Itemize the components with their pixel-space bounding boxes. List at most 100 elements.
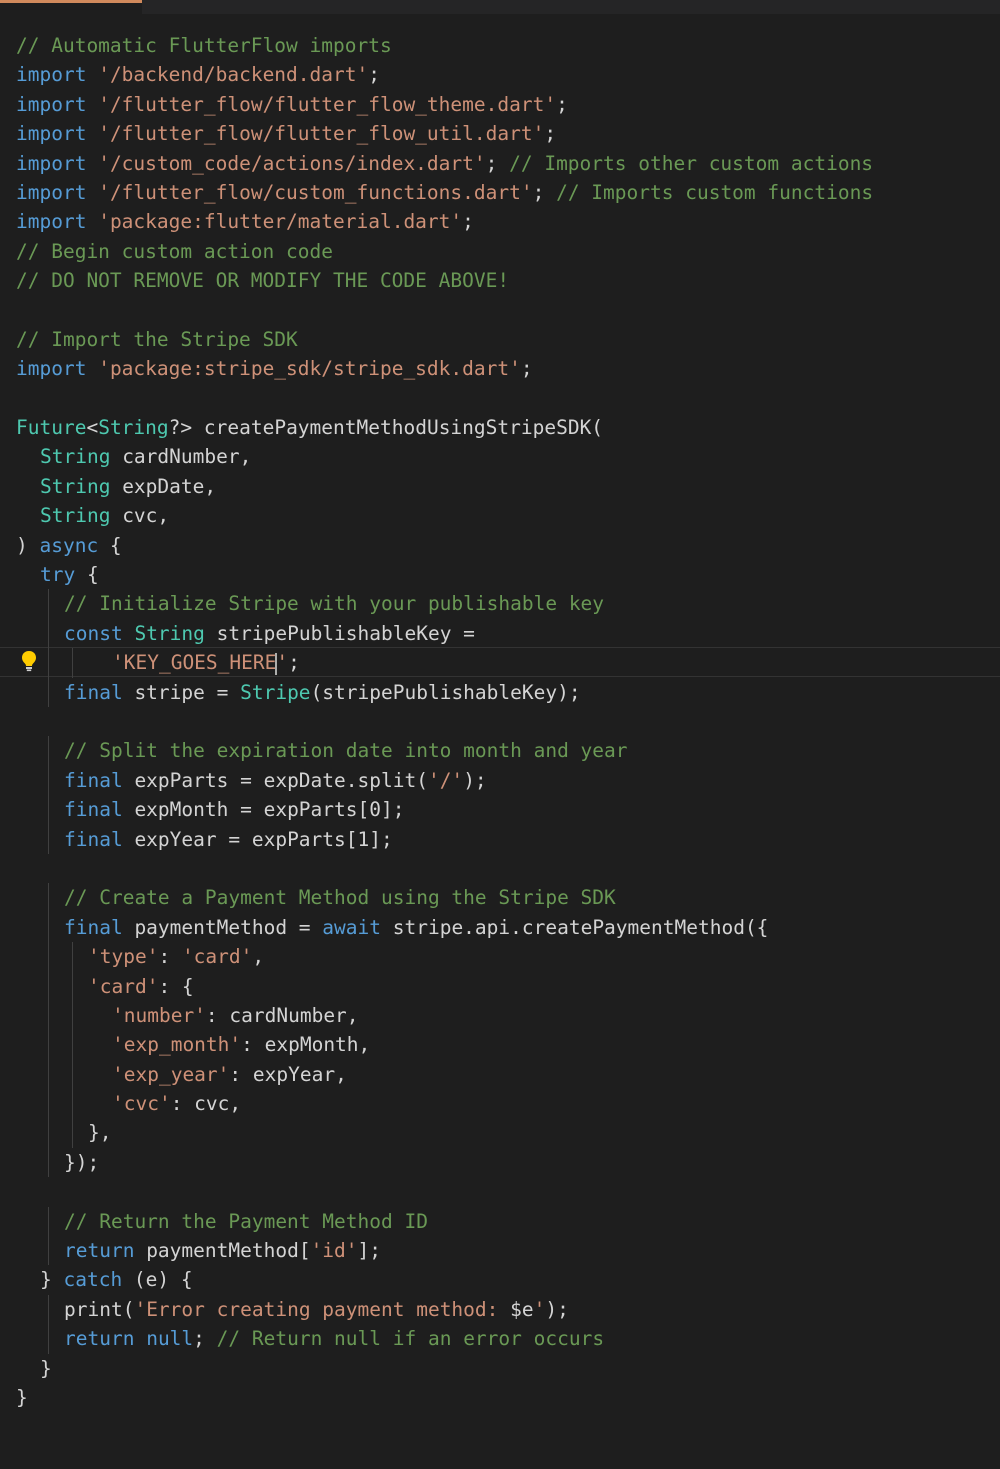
code-token-punct: (e) {: [122, 1268, 193, 1292]
code-line[interactable]: ) async {: [16, 531, 873, 560]
code-line[interactable]: [16, 296, 873, 325]
code-token-punct: );: [545, 1297, 569, 1321]
indent-guide: [72, 1000, 73, 1031]
code-line[interactable]: try {: [16, 560, 873, 589]
code-line[interactable]: import '/flutter_flow/custom_functions.d…: [16, 178, 873, 207]
code-token-comment: // Import the Stripe SDK: [16, 327, 298, 351]
code-line[interactable]: 'type': 'card',: [16, 942, 873, 972]
code-line[interactable]: import '/flutter_flow/flutter_flow_theme…: [16, 90, 873, 119]
code-line-content: 'number': cardNumber,: [16, 1004, 359, 1027]
code-line[interactable]: 'KEY_GOES_HERE';: [16, 648, 873, 678]
code-token-keyword: import: [16, 63, 87, 87]
code-line-content: String expDate,: [16, 475, 216, 498]
code-token-string: '/backend/backend.dart': [98, 63, 369, 87]
code-line-content: import '/flutter_flow/custom_functions.d…: [16, 181, 873, 204]
code-line[interactable]: final paymentMethod = await stripe.api.c…: [16, 912, 873, 943]
code-token-punct: ;: [485, 151, 510, 175]
code-line[interactable]: return null; // Return null if an error …: [16, 1324, 873, 1354]
code-line[interactable]: import '/flutter_flow/flutter_flow_util.…: [16, 119, 873, 148]
code-line-content: });: [16, 1151, 99, 1174]
code-token-punct: {: [98, 533, 122, 557]
code-line[interactable]: // Create a Payment Method using the Str…: [16, 883, 873, 913]
code-line-content: final expMonth = expParts[0];: [16, 798, 404, 821]
code-token-punct: [123, 622, 135, 645]
code-token-punct: ): [16, 533, 40, 557]
code-line[interactable]: [16, 854, 873, 883]
code-line-content: 'type': 'card',: [16, 945, 264, 968]
code-line[interactable]: 'cvc': cvc,: [16, 1089, 873, 1119]
code-line[interactable]: Future<String?> createPaymentMethodUsing…: [16, 413, 873, 442]
code-token-comment: // Return the Payment Method ID: [64, 1209, 428, 1233]
code-line[interactable]: // DO NOT REMOVE OR MODIFY THE CODE ABOV…: [16, 266, 873, 295]
code-line[interactable]: // Return the Payment Method ID: [16, 1206, 873, 1237]
code-token-keyword: final: [64, 915, 123, 939]
code-token-keyword: final: [64, 798, 123, 822]
code-line[interactable]: }: [16, 1354, 873, 1383]
indent-guide: [48, 942, 49, 972]
code-line[interactable]: });: [16, 1147, 873, 1178]
code-token-punct: paymentMethod[: [134, 1239, 311, 1263]
code-line[interactable]: String cardNumber,: [16, 442, 873, 471]
code-token-comment: // Return null if an error occurs: [216, 1327, 605, 1351]
code-line[interactable]: const String stripePublishableKey =: [16, 618, 873, 649]
code-line[interactable]: [16, 384, 873, 413]
indent-guide: [48, 824, 49, 854]
active-editor-tab[interactable]: [0, 0, 142, 14]
indent-guide: [48, 1294, 49, 1325]
code-line[interactable]: }: [16, 1383, 873, 1412]
code-line[interactable]: 'exp_year': expYear,: [16, 1059, 873, 1090]
code-line[interactable]: import 'package:flutter/material.dart';: [16, 207, 873, 236]
indent-guide: [48, 589, 49, 619]
code-line[interactable]: import '/backend/backend.dart';: [16, 60, 873, 89]
code-content[interactable]: // Automatic FlutterFlow imports import '…: [16, 31, 873, 1412]
code-token-punct: {: [75, 563, 99, 587]
code-line[interactable]: print('Error creating payment method: $e…: [16, 1294, 873, 1325]
code-line[interactable]: // Automatic FlutterFlow imports: [16, 31, 873, 60]
code-line[interactable]: final expYear = expParts[1];: [16, 824, 873, 854]
code-line-content: // Automatic FlutterFlow imports: [16, 34, 392, 57]
code-token-punct: ;: [520, 357, 533, 381]
code-token-punct: },: [88, 1121, 112, 1145]
code-line[interactable]: return paymentMethod['id'];: [16, 1236, 873, 1266]
code-line[interactable]: 'card': {: [16, 971, 873, 1001]
code-line[interactable]: // Split the expiration date into month …: [16, 736, 873, 766]
code-token-punct: ;: [544, 122, 557, 146]
code-token-type: String: [40, 445, 111, 469]
code-line-content: // Import the Stripe SDK: [16, 328, 298, 351]
code-line[interactable]: [16, 707, 873, 736]
code-token-string: 'Error creating payment method:: [134, 1297, 511, 1321]
code-token-string: 'package:stripe_sdk/stripe_sdk.dart': [98, 357, 521, 381]
code-line[interactable]: [16, 1177, 873, 1206]
tab-bar: [0, 0, 1000, 14]
code-line[interactable]: final expParts = expDate.split('/');: [16, 765, 873, 796]
code-line[interactable]: final expMonth = expParts[0];: [16, 795, 873, 825]
code-token-string: '/flutter_flow/custom_functions.dart': [98, 180, 533, 204]
code-line-content: 'cvc': cvc,: [16, 1092, 241, 1115]
code-token-punct: $e: [510, 1297, 534, 1321]
code-line[interactable]: String expDate,: [16, 472, 873, 501]
code-token-keyword: final: [64, 680, 123, 704]
code-line[interactable]: import '/custom_code/actions/index.dart'…: [16, 149, 873, 178]
code-line[interactable]: // Initialize Stripe with your publishab…: [16, 589, 873, 619]
code-token-type: String: [40, 504, 111, 528]
code-token-punct: ;: [556, 92, 568, 116]
code-line[interactable]: // Begin custom action code: [16, 237, 873, 266]
code-token-string: 'exp_year': [112, 1062, 230, 1086]
code-token-comment: // Initialize Stripe with your publishab…: [64, 592, 605, 616]
code-line[interactable]: } catch (e) {: [16, 1265, 873, 1294]
code-token-punct: <: [86, 416, 99, 440]
code-line[interactable]: },: [16, 1118, 873, 1148]
code-line[interactable]: final stripe = Stripe(stripePublishableK…: [16, 677, 873, 707]
code-line-content: import 'package:stripe_sdk/stripe_sdk.da…: [16, 357, 533, 380]
code-line[interactable]: // Import the Stripe SDK: [16, 325, 873, 354]
code-token-punct: :: [158, 945, 182, 969]
code-line-content: import '/flutter_flow/flutter_flow_theme…: [16, 93, 568, 116]
code-token-keyword: import: [16, 210, 87, 234]
code-line-content: // Initialize Stripe with your publishab…: [16, 592, 604, 615]
code-line[interactable]: import 'package:stripe_sdk/stripe_sdk.da…: [16, 354, 873, 383]
code-line[interactable]: String cvc,: [16, 501, 873, 530]
code-token-string: 'cvc': [112, 1092, 171, 1116]
code-line-content: import '/backend/backend.dart';: [16, 63, 380, 86]
code-line[interactable]: 'number': cardNumber,: [16, 1000, 873, 1031]
code-line[interactable]: 'exp_month': expMonth,: [16, 1030, 873, 1060]
